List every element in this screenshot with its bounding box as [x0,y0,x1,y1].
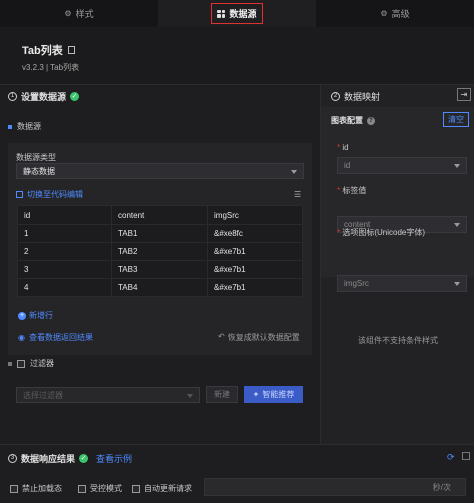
mapping-config-box: 图表配置 ? 清空 * id id * 标签值 content * 选项图标(U… [321,107,474,292]
tab-datasource[interactable]: 数据源 [158,0,316,27]
code-icon [16,191,23,198]
chevron-down-icon [187,394,193,398]
response-panel: 3 数据响应结果 ✓ 查看示例 ⟳ 禁止加载态 受控模式 自动更新请求 秒/次 [0,444,474,503]
datasource-section-header: 1 设置数据源 ✓ [8,85,80,107]
column-header: imgSrc [207,205,303,225]
new-filter-button[interactable]: 新建 [206,386,238,403]
clear-button[interactable]: 清空 [443,112,469,127]
settings-icon: ⚙ [64,9,72,18]
bullet-icon [8,361,12,366]
eye-icon: ◉ [18,333,25,342]
document-icon [67,46,75,54]
field-select-imgsrc[interactable]: imgSrc [337,275,467,292]
help-icon: ? [367,116,375,125]
table-row: 3 TAB3 &#xe7b1 [17,260,303,279]
datasource-type-label: 数据源类型 [16,153,56,162]
datasource-panel: 1 设置数据源 ✓ 数据源 数据源类型 静态数据 切换至代码编辑 ☰ id co… [0,84,320,444]
field-label-content: * 标签值 [337,186,367,195]
step-number: 3 [8,453,17,463]
response-section-header: 3 数据响应结果 ✓ 查看示例 [8,447,132,469]
table-cell[interactable]: 1 [17,224,112,243]
refresh-icon[interactable]: ⟳ [447,452,455,463]
option-disable-loading[interactable]: 禁止加载态 [10,483,62,494]
data-table-wrap: id content imgSrc 1 TAB1 &#xe8fc 2 TAB2 … [17,205,303,297]
undo-icon: ↶ [218,332,225,341]
view-result-link[interactable]: ◉ 查看数据返回结果 [18,332,93,343]
step-number: 1 [8,91,17,101]
tab-advanced[interactable]: ⚙ 高级 [316,0,474,27]
checkbox[interactable] [132,484,140,493]
table-row: 1 TAB1 &#xe8fc [17,224,303,243]
update-interval-input[interactable]: 秒/次 [204,478,466,496]
checkbox[interactable] [10,484,18,493]
smart-recommend-button[interactable]: ✦ 智能推荐 [244,386,303,403]
table-cell[interactable]: &#xe8fc [207,224,303,243]
restore-default-button[interactable]: ↶ 恢复成默认数据配置 [218,332,300,343]
column-header: id [17,205,112,225]
expand-icon[interactable] [462,452,470,460]
table-cell[interactable]: 4 [17,278,112,297]
sparkle-icon: ✦ [252,390,260,399]
view-example-link[interactable]: 查看示例 [96,452,132,465]
chevron-down-icon [291,170,297,174]
table-cell[interactable]: &#xe7b1 [207,278,303,297]
datasource-config-box: 数据源类型 静态数据 切换至代码编辑 ☰ id content imgSrc 1… [8,143,312,355]
step-number: 2 [331,91,340,101]
table-row: 4 TAB4 &#xe7b1 [17,278,303,297]
table-cell[interactable]: &#xe7b1 [207,260,303,279]
chevron-down-icon [454,223,460,227]
datasource-subtitle: 数据源 [8,121,41,132]
column-header: content [111,205,208,225]
field-select-id[interactable]: id [337,157,467,174]
filter-select[interactable]: 选择过滤器 [16,387,200,403]
grid-icon [217,9,226,18]
component-version: v3.2.3 | Tab列表 [22,63,80,72]
bullet-icon [8,124,12,129]
checkbox[interactable] [78,484,86,493]
top-tabs: ⚙ 样式 数据源 ⚙ 高级 [0,0,474,27]
format-icon[interactable]: ☰ [294,190,301,199]
field-label-id: * id [337,143,349,152]
filter-row: 过滤器 [8,358,54,369]
chevron-down-icon [454,164,460,168]
table-cell[interactable]: TAB2 [111,242,208,261]
table-cell[interactable]: 3 [17,260,112,279]
datasource-type-select[interactable]: 静态数据 [16,163,304,179]
add-row-button[interactable]: + 新增行 [18,310,53,321]
check-circle-icon: ✓ [70,91,80,101]
mapping-section-header: 2 数据映射 [331,85,380,107]
table-cell[interactable]: TAB1 [111,224,208,243]
field-label-imgsrc: * 选项图标(Unicode字体) [337,228,426,237]
switch-code-link[interactable]: 切换至代码编辑 [16,189,83,200]
gear-icon: ⚙ [380,9,388,18]
option-auto-update[interactable]: 自动更新请求 [132,483,192,494]
table-cell[interactable]: 2 [17,242,112,261]
collapse-icon[interactable]: ⇥ [457,88,471,101]
table-cell[interactable]: &#xe7b1 [207,242,303,261]
filter-checkbox[interactable] [17,359,25,368]
table-cell[interactable]: TAB4 [111,278,208,297]
check-circle-icon: ✓ [79,453,89,463]
table-cell[interactable]: TAB3 [111,260,208,279]
table-row: 2 TAB2 &#xe7b1 [17,242,303,261]
unsupported-message: 该组件不支持条件样式 [358,336,438,345]
plus-circle-icon: + [18,311,26,320]
chevron-down-icon [454,282,460,286]
chart-config-label: 图表配置 ? [331,115,375,126]
tab-style[interactable]: ⚙ 样式 [0,0,158,27]
data-table: id content imgSrc 1 TAB1 &#xe8fc 2 TAB2 … [17,205,303,297]
component-title: Tab列表 [22,42,75,58]
mapping-panel: 2 数据映射 ⇥ 图表配置 ? 清空 * id id * 标签值 content… [320,84,474,444]
table-header-row: id content imgSrc [17,205,303,225]
option-controlled-mode[interactable]: 受控模式 [78,483,122,494]
